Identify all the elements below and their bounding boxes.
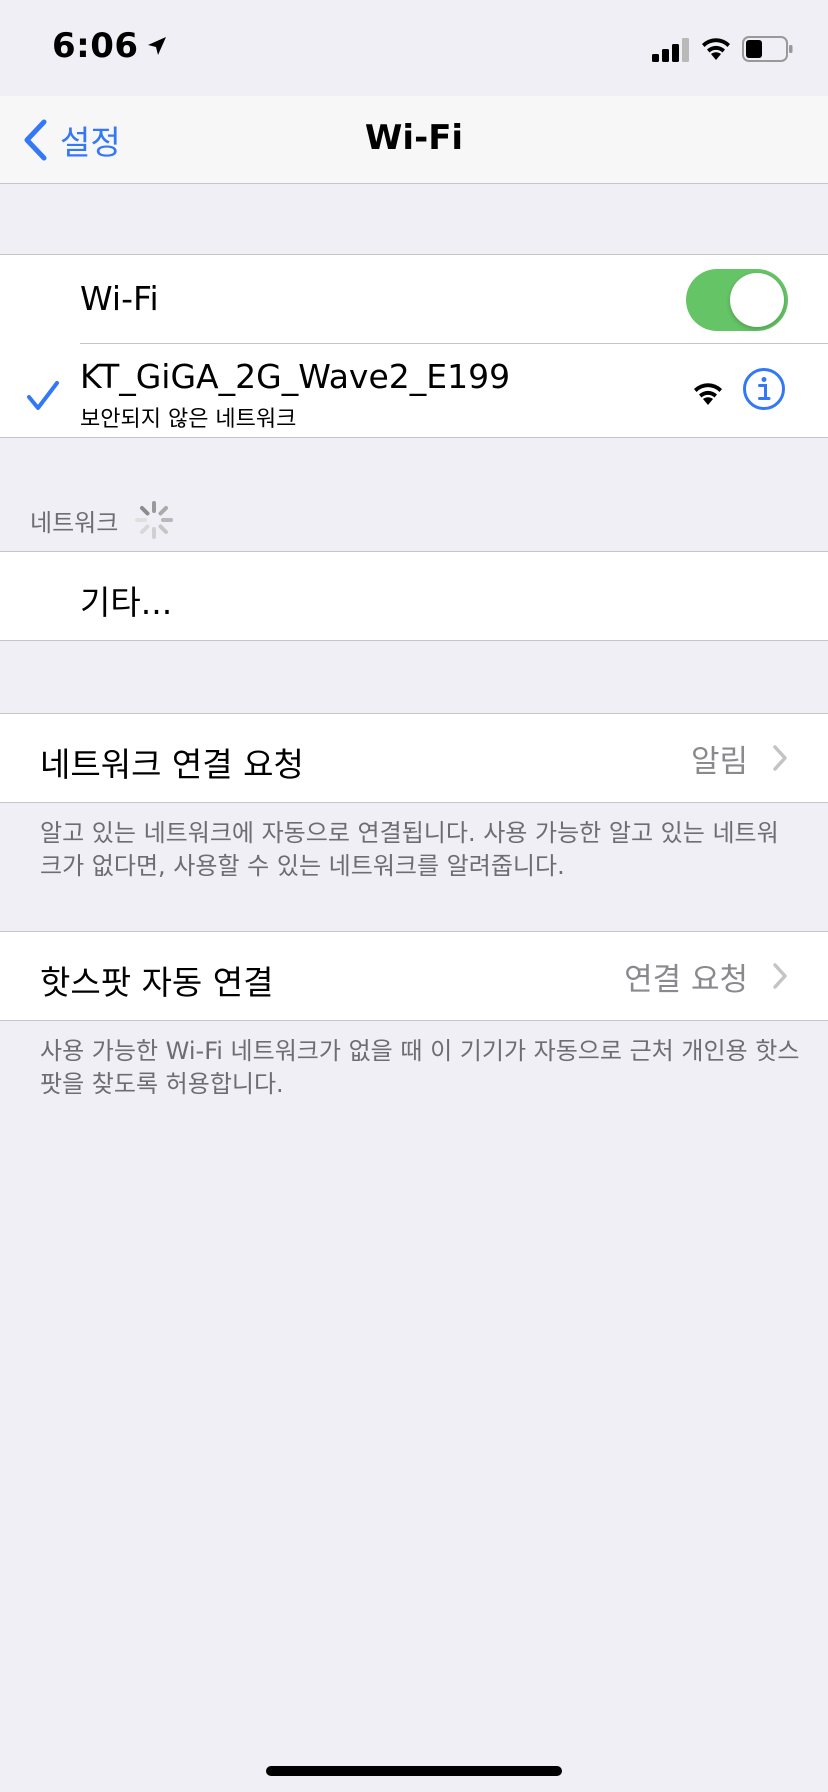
status-time: 6:06	[52, 26, 139, 66]
auto-join-hotspot-value: 연결 요청	[624, 962, 748, 998]
ask-to-join-row[interactable]: 네트워크 연결 요청 알림	[0, 714, 828, 802]
networks-section-header: 네트워크	[30, 500, 174, 540]
ask-to-join-value: 알림	[690, 744, 748, 780]
other-network-group: 기타...	[0, 551, 828, 641]
wifi-toggle-row: Wi-Fi	[0, 255, 828, 343]
wifi-settings-screen: 6:06 설정 Wi-Fi Wi-Fi KT_GiGA_2G_Wave2_E19…	[0, 0, 828, 1792]
page-title: Wi-Fi	[364, 118, 464, 158]
home-indicator[interactable]	[266, 1766, 562, 1776]
ask-to-join-group: 네트워크 연결 요청 알림	[0, 713, 828, 803]
auto-join-hotspot-footer: 사용 가능한 Wi-Fi 네트워크가 없을 때 이 기기가 자동으로 근처 개인…	[40, 1037, 800, 1098]
navigation-bar: 설정 Wi-Fi	[0, 96, 828, 184]
loading-spinner-icon	[135, 501, 174, 539]
auto-join-hotspot-group: 핫스팟 자동 연결 연결 요청	[0, 931, 828, 1021]
auto-join-hotspot-label: 핫스팟 자동 연결	[40, 963, 274, 1002]
connected-network-row[interactable]: KT_GiGA_2G_Wave2_E199 보안되지 않은 네트워크	[0, 343, 828, 437]
info-icon[interactable]	[742, 367, 786, 411]
toggle-knob	[730, 273, 784, 327]
battery-icon	[742, 36, 793, 62]
ask-to-join-footer: 알고 있는 네트워크에 자동으로 연결됩니다. 사용 가능한 알고 있는 네트워…	[40, 819, 779, 880]
connected-network-security: 보안되지 않은 네트워크	[80, 407, 297, 432]
chevron-right-icon	[773, 963, 787, 989]
auto-join-hotspot-row[interactable]: 핫스팟 자동 연결 연결 요청	[0, 932, 828, 1020]
row-divider	[80, 343, 828, 344]
chevron-right-icon	[773, 745, 787, 771]
wifi-group: Wi-Fi KT_GiGA_2G_Wave2_E199 보안되지 않은 네트워크	[0, 254, 828, 438]
location-arrow-icon	[147, 37, 166, 55]
networks-header-label: 네트워크	[30, 508, 119, 537]
status-time-container: 6:06	[52, 26, 169, 66]
wifi-icon	[702, 38, 730, 60]
status-bar: 6:06	[0, 0, 828, 96]
other-network-row[interactable]: 기타...	[0, 552, 828, 640]
wifi-strength-icon	[694, 383, 722, 405]
cellular-signal-icon	[652, 38, 689, 62]
connected-network-name: KT_GiGA_2G_Wave2_E199	[80, 357, 511, 396]
wifi-toggle[interactable]	[686, 269, 788, 331]
ask-to-join-label: 네트워크 연결 요청	[40, 745, 304, 784]
checkmark-icon	[27, 381, 59, 410]
other-network-label: 기타...	[80, 583, 173, 622]
wifi-toggle-label: Wi-Fi	[80, 279, 159, 318]
